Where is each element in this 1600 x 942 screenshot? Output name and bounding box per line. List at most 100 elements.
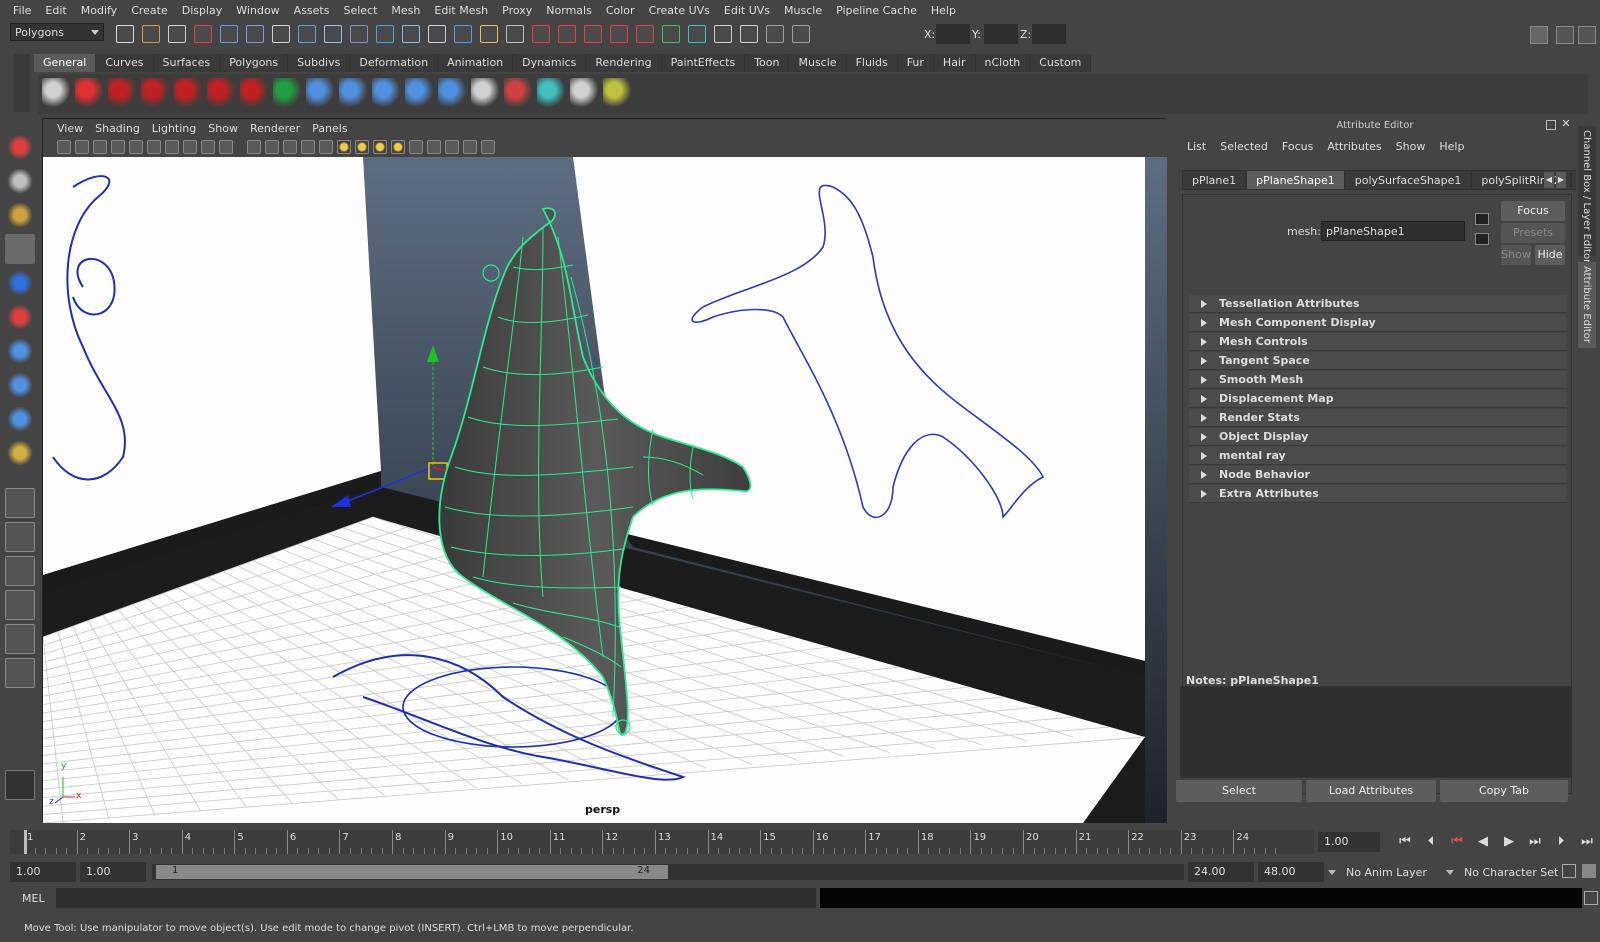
menu-display[interactable]: Display [175,4,230,17]
viewport-toolbar-icon[interactable] [373,140,387,154]
side-tab-attribute-editor[interactable]: Attribute Editor [1578,262,1596,348]
shelf-tool-icon[interactable] [108,78,136,108]
end-time-field[interactable]: 48.00 [1258,862,1324,882]
attr-menu-help[interactable]: Help [1432,140,1471,153]
attr-section[interactable]: Mesh Controls [1189,333,1567,351]
shelf-tool-icon[interactable] [438,78,466,108]
menu-edit-mesh[interactable]: Edit Mesh [427,4,495,17]
attr-section[interactable]: Displacement Map [1189,390,1567,408]
playback-start-field[interactable]: 1.00 [80,862,146,882]
tab-curves[interactable]: Curves [96,54,154,72]
tab-toon[interactable]: Toon [745,54,790,72]
range-bar-fill[interactable]: 1 24 [156,865,668,879]
menu-window[interactable]: Window [229,4,286,17]
anim-layer-dropdown[interactable]: No Anim Layer [1328,862,1442,882]
status-tool-icon[interactable] [714,25,732,43]
menu-normals[interactable]: Normals [539,4,599,17]
tool-icon[interactable] [5,268,35,298]
viewport-toolbar-icon[interactable] [201,140,215,154]
attr-section[interactable]: Node Behavior [1189,466,1567,484]
viewport-menu-renderer[interactable]: Renderer [244,122,306,135]
shelf-tool-icon[interactable] [42,78,70,108]
menu-mesh[interactable]: Mesh [384,4,427,17]
status-tool-icon[interactable] [506,25,524,43]
status-tool-icon[interactable] [532,25,550,43]
tool-icon[interactable] [5,166,35,196]
tab-deformation[interactable]: Deformation [350,54,439,72]
status-tool-icon[interactable] [220,25,238,43]
tool-icon[interactable] [5,370,35,400]
notes-textarea[interactable] [1180,686,1572,778]
viewport-toolbar-icon[interactable] [319,140,333,154]
viewport-menu-lighting[interactable]: Lighting [146,122,202,135]
playback-button-icon[interactable]: ⏮ [1446,832,1468,852]
playback-button-icon[interactable]: ▶ [1498,832,1520,852]
status-tool-icon[interactable] [584,25,602,43]
attr-menu-focus[interactable]: Focus [1275,140,1320,153]
tool-icon[interactable] [5,404,35,434]
shelf-tool-icon[interactable] [339,78,367,108]
shelf-tool-icon[interactable] [273,78,301,108]
tab-animation[interactable]: Animation [438,54,514,72]
viewport-toolbar-icon[interactable] [93,140,107,154]
mel-input[interactable] [56,888,816,908]
viewport-toolbar-icon[interactable] [481,140,495,154]
attr-section[interactable]: Extra Attributes [1189,485,1567,503]
layout-preset-icon[interactable] [5,488,35,518]
y-field[interactable] [984,24,1018,44]
tab-general[interactable]: General [34,54,97,72]
status-tool-icon[interactable] [376,25,394,43]
status-tool-icon[interactable] [350,25,368,43]
layout-preset-icon[interactable] [5,556,35,586]
tab-node-pplaneshape1[interactable]: pPlaneShape1 [1246,170,1345,190]
z-field[interactable] [1032,24,1066,44]
tab-ncloth[interactable]: nCloth [975,54,1031,72]
attr-section[interactable]: Object Display [1189,428,1567,446]
tab-scroll-right-icon[interactable]: ▶ [1556,172,1566,188]
shelf-tool-icon[interactable] [75,78,103,108]
viewport-toolbar-icon[interactable] [301,140,315,154]
mel-label[interactable]: MEL [22,892,45,905]
status-tool-icon[interactable] [116,25,134,43]
presets-button[interactable]: Presets [1501,223,1565,243]
tool-icon[interactable] [5,200,35,230]
attr-menu-show[interactable]: Show [1389,140,1433,153]
load-attributes-button[interactable]: Load Attributes [1306,780,1436,802]
viewport-toolbar-icon[interactable] [445,140,459,154]
status-tool-icon[interactable] [766,25,784,43]
viewport-toolbar-icon[interactable] [75,140,89,154]
tab-dynamics[interactable]: Dynamics [513,54,587,72]
close-icon[interactable]: ✕ [1560,118,1572,130]
status-tool-icon[interactable] [558,25,576,43]
shelf-tool-icon[interactable] [603,78,631,108]
viewport-toolbar-icon[interactable] [409,140,423,154]
playback-button-icon[interactable]: ⏮ [1394,832,1416,852]
menu-pipeline-cache[interactable]: Pipeline Cache [829,4,924,17]
viewport-menu-show[interactable]: Show [202,122,244,135]
tool-settings-icon[interactable] [1578,26,1596,44]
status-tool-icon[interactable] [324,25,342,43]
attr-section[interactable]: Render Stats [1189,409,1567,427]
focus-button[interactable]: Focus [1501,201,1565,221]
viewport-toolbar-icon[interactable] [183,140,197,154]
menu-modify[interactable]: Modify [74,4,124,17]
playback-end-field[interactable]: 24.00 [1188,862,1254,882]
layout-toggle-icon[interactable] [1556,26,1574,44]
viewport-toolbar-icon[interactable] [147,140,161,154]
show-button[interactable]: Show [1501,245,1531,265]
playback-button-icon[interactable]: ⏴ [1420,832,1442,852]
tool-icon[interactable] [5,302,35,332]
attr-section[interactable]: Smooth Mesh [1189,371,1567,389]
mode-dropdown[interactable]: Polygons [10,23,104,41]
script-tool-icon[interactable] [5,770,35,800]
tool-icon[interactable] [5,132,35,162]
tab-surfaces[interactable]: Surfaces [153,54,221,72]
tab-node-polysurfaceshape1[interactable]: polySurfaceShape1 [1344,170,1472,190]
tool-icon[interactable] [5,438,35,468]
x-field[interactable] [936,24,970,44]
tab-rendering[interactable]: Rendering [586,54,662,72]
viewport-toolbar-icon[interactable] [391,140,405,154]
viewport-toolbar-icon[interactable] [219,140,233,154]
status-tool-icon[interactable] [454,25,472,43]
start-time-field[interactable]: 1.00 [10,862,76,882]
